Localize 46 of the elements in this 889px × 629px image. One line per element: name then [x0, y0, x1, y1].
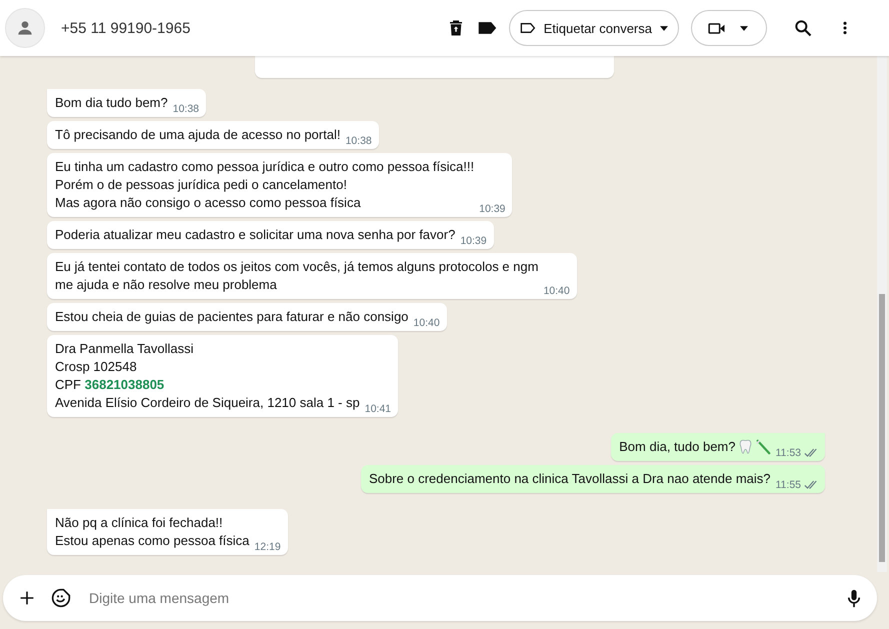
message-input[interactable]: Digite uma mensagem — [87, 589, 831, 607]
message-time: 10:41 — [364, 403, 392, 415]
contact-name: +55 11 99190-1965 — [61, 20, 190, 36]
message-time: 11:55 — [776, 479, 801, 491]
message-text: Bom dia, tudo bem? — [619, 438, 736, 456]
message-text: Não pq a clínica foi fechada!! — [55, 514, 224, 532]
message-time: 11:53 — [776, 447, 801, 459]
toothbrush-icon — [754, 439, 770, 455]
tag-icon — [520, 22, 536, 34]
label-conversation-button[interactable]: Etiquetar conversa — [508, 10, 679, 46]
caret-icon — [740, 26, 748, 30]
plus-icon[interactable] — [19, 590, 35, 606]
caret-icon — [660, 26, 668, 30]
sticker-icon[interactable] — [51, 588, 71, 608]
search-icon[interactable] — [793, 18, 813, 38]
video-call-button[interactable] — [691, 10, 767, 46]
message-text: Tô precisando de uma ajuda de acesso no portal! — [55, 126, 340, 144]
message-text: Avenida Elísio Cordeiro de Siqueira, 1210 sala 1 - sp — [55, 394, 360, 412]
message-text: me ajuda e não resolve meu problema — [55, 276, 278, 294]
scrollbar-thumb[interactable] — [879, 294, 885, 562]
message-field[interactable]: Digite uma mensagem — [3, 575, 877, 621]
video-camera-icon — [708, 22, 726, 34]
message-text: Eu tinha um cadastro como pessoa jurídica e outro como pessoa física!!! — [55, 158, 474, 176]
message-text: Estou apenas como pessoa física — [55, 532, 250, 550]
message-text: Poderia atualizar meu cadastro e solicitar uma nova senha por favor? — [55, 226, 456, 244]
message-text: Porém o de pessoas jurídica pedi o cancelamento! — [55, 176, 348, 194]
message-text: Crosp 102548 — [55, 358, 138, 376]
message-time: 10:40 — [413, 317, 440, 329]
message-text: Mas agora não consigo o acesso como pessoa física — [55, 194, 362, 212]
tooth-icon — [738, 439, 752, 455]
message-text: Estou cheia de guias de pacientes para faturar e não consigo — [55, 308, 408, 326]
message-time: 10:38 — [172, 103, 200, 115]
message-time: 10:38 — [345, 135, 372, 147]
message-text: CPF 36821038805 — [55, 376, 166, 394]
message-text: Bom dia tudo bem? — [55, 94, 168, 112]
message-text: Eu já tentei contato de todos os jeitos com vocês, já temos alguns protocolos e ngm — [55, 258, 538, 276]
message-time: 10:40 — [543, 285, 570, 297]
menu-icon[interactable] — [843, 20, 847, 36]
message-text: Sobre o credenciamento na clinica Tavollassi a Dra nao atende mais? — [368, 470, 770, 488]
microphone-icon[interactable] — [847, 588, 861, 608]
contact-avatar[interactable] — [5, 8, 45, 48]
message-time: 10:39 — [479, 203, 506, 215]
message-time: 10:39 — [460, 235, 487, 247]
message-text: Dra Panmella Tavollassi — [55, 340, 194, 358]
tag-icon[interactable] — [476, 21, 497, 35]
message-time: 12:19 — [254, 541, 281, 553]
